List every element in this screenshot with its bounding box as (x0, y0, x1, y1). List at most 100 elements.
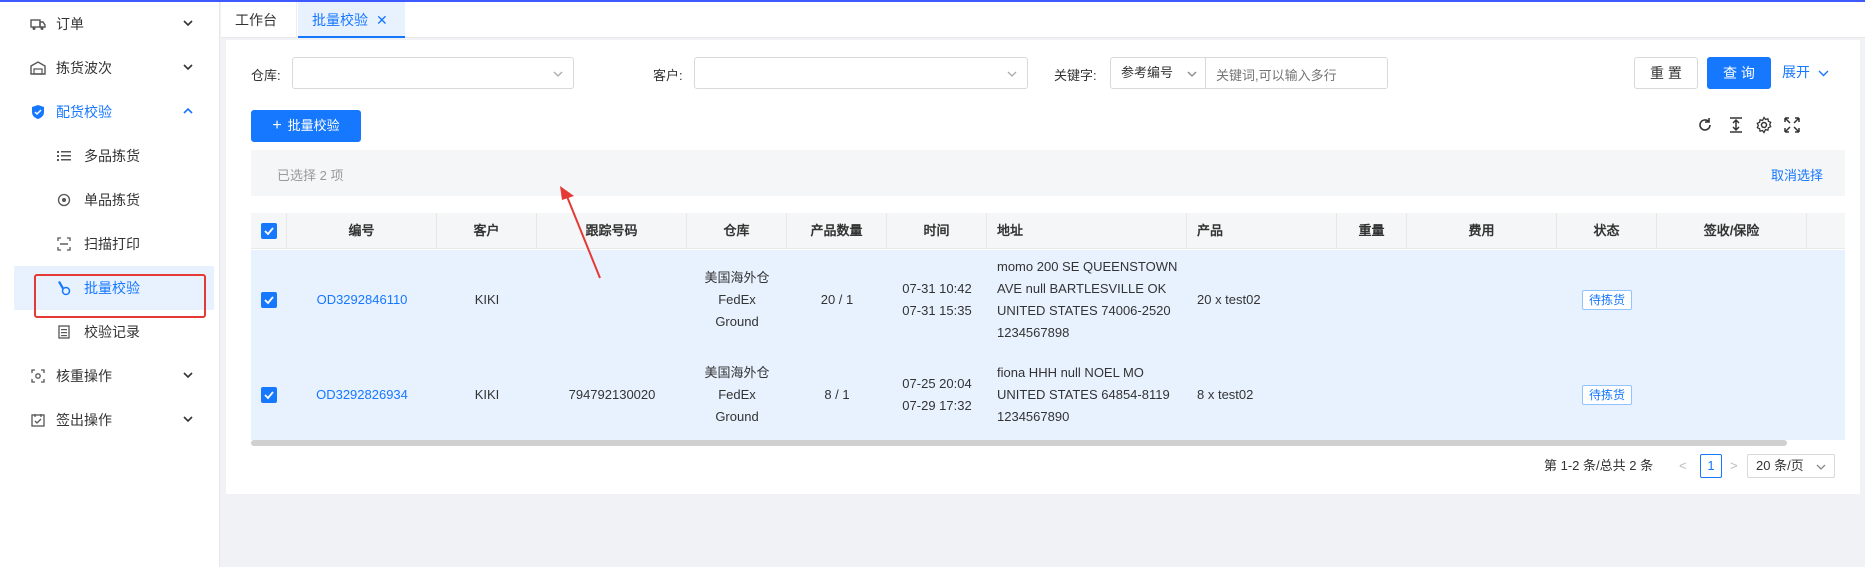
horizontal-scrollbar[interactable] (251, 440, 1787, 446)
target-icon (57, 193, 71, 207)
column-header[interactable]: 跟踪号码 (537, 213, 687, 249)
sidebar-item-label: 配货校验 (56, 104, 112, 120)
warehouse-name: 美国海外仓 (704, 365, 770, 380)
sidebar-menu: 订单 拣货波次 配货校验 多品拣货 单品拣货 扫描打印 批量校验 校验记录 核重… (14, 2, 214, 442)
column-header[interactable]: 客户 (437, 213, 537, 249)
sidebar-item-label: 拣货波次 (56, 60, 112, 76)
page-number-button[interactable]: 1 (1700, 454, 1722, 478)
customer-cell: KIKI (474, 387, 500, 402)
sidebar-subitem-verify-records[interactable]: 校验记录 (14, 310, 214, 354)
batch-verify-button[interactable]: + 批量校验 (251, 110, 361, 142)
address-line: momo 200 SE QUEENSTOWN (997, 259, 1178, 274)
quantity-cell: 8 / 1 (824, 387, 850, 402)
sidebar-subitem-multi-pick[interactable]: 多品拣货 (14, 134, 214, 178)
gear-icon[interactable] (1755, 116, 1773, 134)
status-cell: 待拣货 (1557, 384, 1657, 406)
created-time: 07-25 20:04 (902, 376, 972, 391)
updated-time: 07-31 15:35 (902, 303, 972, 318)
sidebar-item-picking-wave[interactable]: 拣货波次 (14, 46, 214, 90)
customer-cell: KIKI (474, 292, 500, 307)
column-header[interactable]: 重量 (1337, 213, 1407, 249)
chevron-up-icon (183, 107, 193, 114)
sidebar-subitem-batch-verify[interactable]: 批量校验 (14, 266, 214, 310)
column-header[interactable]: 仓库 (687, 213, 787, 249)
keyword-type-value: 参考编号 (1121, 65, 1174, 80)
customer-label: 客户: (653, 68, 683, 83)
page-size-select[interactable]: 20 条/页 (1747, 454, 1835, 478)
page-size-value: 20 条/页 (1756, 458, 1804, 473)
refresh-icon[interactable] (1696, 116, 1714, 134)
table-header: 编号 客户 跟踪号码 仓库 产品数量 时间 地址 产品 重量 费用 状态 签收/… (251, 213, 1845, 249)
close-icon[interactable]: ✕ (376, 12, 388, 28)
list-icon (57, 149, 71, 163)
warehouse-cell: 美国海外仓 FedEx Ground (687, 362, 787, 428)
column-header[interactable]: 产品 (1187, 213, 1337, 249)
row-checkbox[interactable] (261, 387, 277, 403)
header-checkbox-cell (251, 213, 287, 249)
sidebar-subitem-single-pick[interactable]: 单品拣货 (14, 178, 214, 222)
query-button[interactable]: 查 询 (1707, 57, 1771, 89)
time-cell: 07-31 10:42 07-31 15:35 (887, 278, 987, 322)
tab-workbench[interactable]: 工作台 (221, 2, 297, 38)
sidebar-subitem-label: 扫描打印 (84, 236, 140, 252)
column-header[interactable]: 产品数量 (787, 213, 887, 249)
tab-batch-verify[interactable]: 批量校验 ✕ (298, 2, 405, 38)
column-header[interactable]: 地址 (987, 213, 1187, 249)
order-id-link[interactable]: OD3292846110 (287, 289, 437, 311)
sidebar-item-distribution-check[interactable]: 配货校验 (14, 90, 214, 134)
row-checkbox[interactable] (261, 292, 277, 308)
chevron-down-icon (183, 64, 193, 71)
table-row[interactable]: OD3292846110 KIKI 美国海外仓 FedEx Ground 20 … (251, 250, 1845, 350)
selection-bar: 已选择 2 项 取消选择 (251, 150, 1845, 196)
keyword-type-select[interactable]: 参考编号 (1110, 57, 1206, 89)
column-header[interactable]: 时间 (887, 213, 987, 249)
chevron-down-icon (1818, 70, 1829, 77)
sidebar-item-label: 核重操作 (56, 368, 112, 384)
checkout-icon (30, 412, 46, 428)
carrier-name: FedEx (718, 292, 756, 307)
shield-icon (30, 104, 46, 120)
chevron-down-icon (1816, 464, 1826, 470)
product-cell: 8 x test02 (1197, 387, 1254, 402)
sidebar-subitem-label: 多品拣货 (84, 148, 140, 164)
address-cell: fiona HHH null NOEL MO UNITED STATES 648… (997, 362, 1187, 428)
address-line: 1234567898 (997, 325, 1070, 340)
keyword-input[interactable] (1205, 57, 1388, 89)
warehouse-select[interactable] (292, 57, 574, 89)
order-id-link[interactable]: OD3292826934 (287, 384, 437, 406)
address-line: UNITED STATES 74006-2520 (997, 303, 1171, 318)
chevron-down-icon (553, 71, 563, 77)
fullscreen-icon[interactable] (1783, 116, 1801, 134)
select-all-checkbox[interactable] (261, 223, 277, 239)
service-name: Ground (715, 409, 759, 424)
customer-select[interactable] (694, 57, 1028, 89)
prev-page-button[interactable]: < (1679, 454, 1687, 478)
column-header[interactable]: 费用 (1407, 213, 1557, 249)
sidebar-item-weight-check[interactable]: 核重操作 (14, 354, 214, 398)
next-page-button[interactable]: > (1730, 454, 1738, 478)
sidebar-item-orders[interactable]: 订单 (14, 2, 214, 46)
sidebar-item-checkout[interactable]: 签出操作 (14, 398, 214, 442)
service-name: Ground (715, 314, 759, 329)
address-line: 1234567890 (997, 409, 1070, 424)
truck-icon (30, 16, 46, 32)
status-badge: 待拣货 (1581, 385, 1632, 405)
column-header[interactable]: 编号 (287, 213, 437, 249)
sidebar: 订单 拣货波次 配货校验 多品拣货 单品拣货 扫描打印 批量校验 校验记录 核重… (0, 2, 220, 567)
plus-icon: + (272, 117, 282, 134)
column-height-icon[interactable] (1727, 116, 1745, 134)
reset-button[interactable]: 重 置 (1634, 57, 1698, 89)
scan-icon (57, 237, 71, 251)
sidebar-subitem-scan-print[interactable]: 扫描打印 (14, 222, 214, 266)
warehouse-label: 仓库: (251, 68, 281, 83)
expand-toggle[interactable]: 展开 (1782, 62, 1829, 82)
column-header[interactable]: 签收/保险 (1657, 213, 1807, 249)
selection-info: 已选择 2 项 (277, 168, 344, 183)
tab-bar: 工作台 批量校验 ✕ (221, 2, 1865, 38)
tracking-cell: 794792130020 (568, 387, 656, 402)
updated-time: 07-29 17:32 (902, 398, 972, 413)
cancel-selection-link[interactable]: 取消选择 (1771, 165, 1823, 184)
column-header[interactable]: 状态 (1557, 213, 1657, 249)
table-row[interactable]: OD3292826934 KIKI 794792130020 美国海外仓 Fed… (251, 350, 1845, 440)
quantity-cell: 20 / 1 (820, 292, 854, 307)
